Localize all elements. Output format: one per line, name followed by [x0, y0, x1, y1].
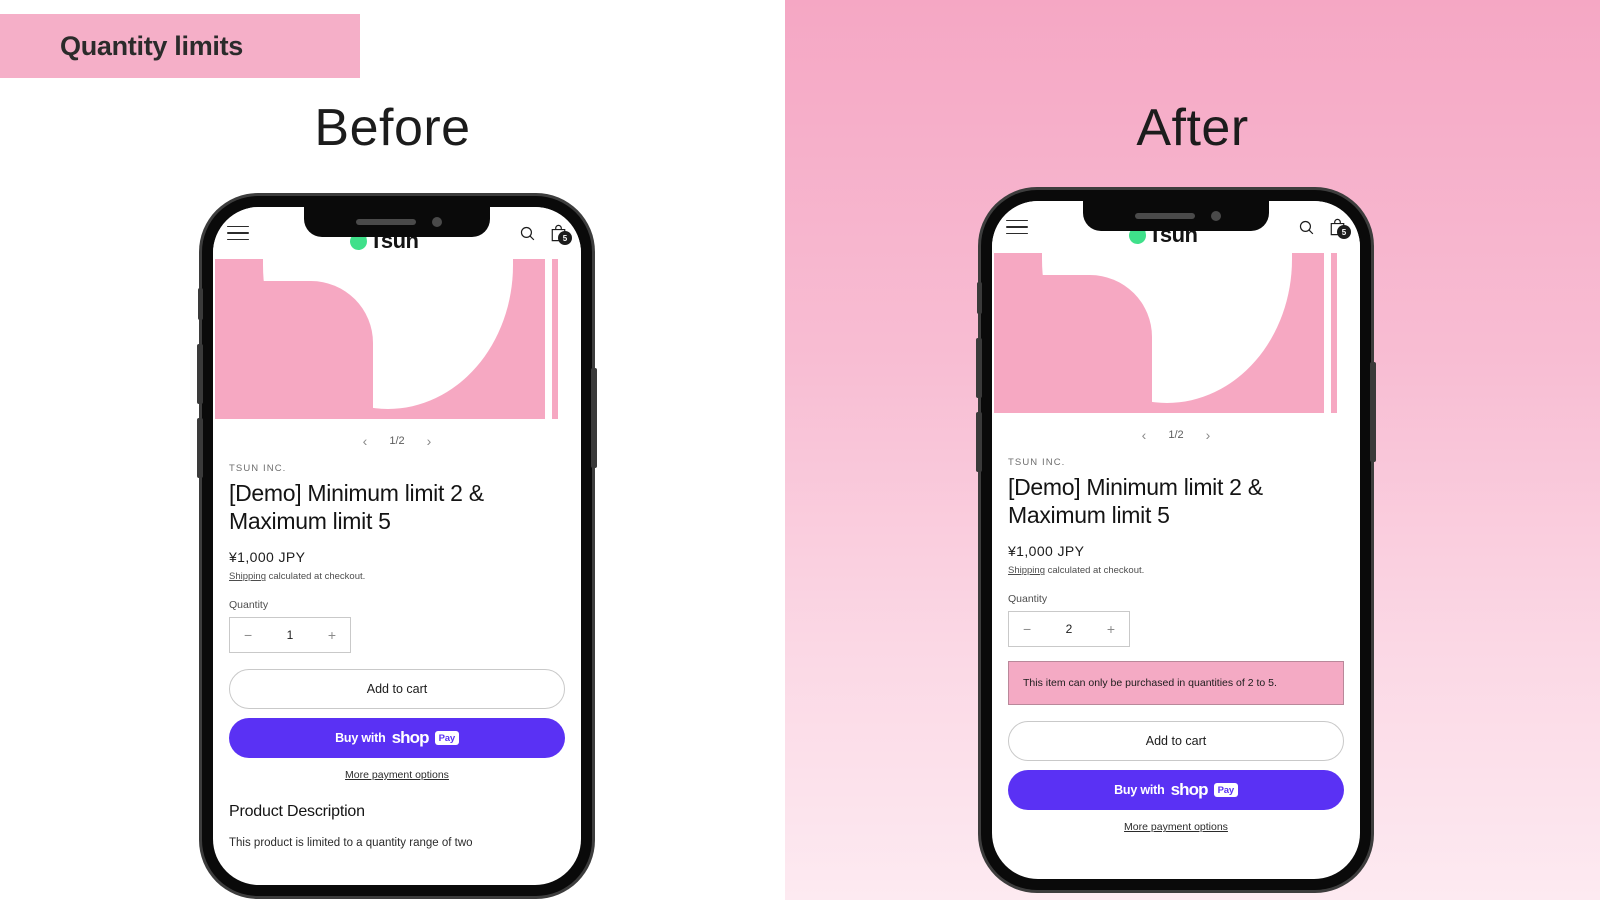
buy-prefix-label: Buy with [1114, 783, 1165, 798]
buy-prefix-label: Buy with [335, 731, 386, 746]
product-media-carousel[interactable] [992, 253, 1360, 413]
hamburger-icon[interactable] [227, 225, 249, 241]
volume-up-button [976, 338, 982, 398]
shipping-link[interactable]: Shipping [229, 571, 266, 582]
phone-screen-after: Tsun 5 ‹ 1/2 › TSUN INC. [Demo] Minimum … [992, 201, 1360, 879]
shipping-link[interactable]: Shipping [1008, 565, 1045, 576]
front-camera [432, 217, 442, 227]
quantity-increase-button[interactable]: + [328, 627, 336, 643]
phone-notch [1083, 201, 1269, 231]
volume-up-button [197, 344, 203, 404]
shipping-note: Shipping calculated at checkout. [229, 571, 565, 582]
product-title: [Demo] Minimum limit 2 & Maximum limit 5 [1008, 474, 1263, 529]
shop-brand-label: shop [1170, 780, 1209, 800]
product-title: [Demo] Minimum limit 2 & Maximum limit 5 [229, 480, 484, 535]
add-to-cart-button[interactable]: Add to cart [229, 669, 565, 710]
earpiece-speaker [1135, 213, 1195, 219]
product-price: ¥1,000 JPY [229, 549, 306, 566]
power-button [1370, 362, 1376, 462]
quantity-value[interactable]: 2 [1066, 622, 1073, 636]
product-image-slide-1[interactable] [215, 259, 545, 419]
search-icon[interactable] [1298, 219, 1315, 236]
shop-brand-label: shop [391, 728, 430, 748]
header-icons: 5 [519, 224, 572, 245]
shipping-note-rest: calculated at checkout. [1044, 565, 1145, 577]
image-shape-pink [1042, 275, 1152, 413]
product-price: ¥1,000 JPY [1008, 543, 1085, 560]
quantity-increase-button[interactable]: + [1107, 621, 1115, 637]
product-media-carousel[interactable] [213, 259, 581, 419]
buy-with-shop-pay-button[interactable]: Buy with shop Pay [1008, 770, 1344, 811]
quantity-stepper[interactable]: − 1 + [229, 617, 351, 654]
more-payment-options-link[interactable]: More payment options [1008, 821, 1344, 833]
silence-switch [977, 282, 982, 314]
carousel-counter: 1/2 [1168, 429, 1184, 441]
carousel-controls: ‹ 1/2 › [213, 419, 581, 463]
quantity-decrease-button[interactable]: − [244, 627, 252, 643]
product-vendor: TSUN INC. [229, 463, 287, 474]
cart-count-badge: 5 [558, 231, 572, 245]
header-icons: 5 [1298, 218, 1351, 239]
shop-pay-badge: Pay [434, 731, 459, 746]
image-shape-pink [263, 281, 373, 419]
product-description-heading: Product Description [229, 803, 365, 821]
add-to-cart-button[interactable]: Add to cart [1008, 721, 1344, 762]
panel-after: After Tsun 5 ‹ 1/2 › TSUN INC. [Demo] Mi… [785, 0, 1600, 900]
quantity-limit-warning: This item can only be purchased in quant… [1008, 661, 1344, 706]
carousel-counter: 1/2 [389, 435, 405, 447]
earpiece-speaker [356, 219, 416, 225]
quantity-value[interactable]: 1 [287, 628, 294, 642]
carousel-prev-icon[interactable]: ‹ [1142, 427, 1147, 443]
quantity-decrease-button[interactable]: − [1023, 621, 1031, 637]
product-info: TSUN INC. [Demo] Minimum limit 2 & Maxim… [992, 457, 1360, 833]
volume-down-button [197, 418, 203, 478]
phone-notch [304, 207, 490, 237]
cart-count-badge: 5 [1337, 225, 1351, 239]
product-image-slide-1[interactable] [994, 253, 1324, 413]
phone-screen-before: Tsun 5 ‹ 1/2 › TSUN INC. [Demo] Minimum … [213, 207, 581, 885]
shopping-bag-icon[interactable]: 5 [1329, 218, 1351, 239]
panel-before: Quantity limits Before Tsun 5 ‹ 1/2 › TS… [0, 0, 785, 900]
shopping-bag-icon[interactable]: 5 [550, 224, 572, 245]
carousel-next-icon[interactable]: › [427, 433, 432, 449]
product-description-body: This product is limited to a quantity ra… [229, 837, 473, 850]
front-camera [1211, 211, 1221, 221]
quantity-label: Quantity [229, 599, 269, 612]
search-icon[interactable] [519, 225, 536, 242]
carousel-next-icon[interactable]: › [1206, 427, 1211, 443]
buy-with-shop-pay-button[interactable]: Buy with shop Pay [229, 718, 565, 759]
more-payment-options-link[interactable]: More payment options [229, 769, 565, 781]
shipping-note: Shipping calculated at checkout. [1008, 565, 1344, 576]
hamburger-icon[interactable] [1006, 219, 1028, 235]
after-label: After [1136, 99, 1249, 157]
quantity-label: Quantity [1008, 593, 1048, 606]
product-vendor: TSUN INC. [1008, 457, 1066, 468]
quantity-stepper[interactable]: − 2 + [1008, 611, 1130, 648]
phone-mockup-after: Tsun 5 ‹ 1/2 › TSUN INC. [Demo] Minimum … [976, 190, 1376, 890]
silence-switch [198, 288, 203, 320]
carousel-controls: ‹ 1/2 › [992, 413, 1360, 457]
volume-down-button [976, 412, 982, 472]
carousel-prev-icon[interactable]: ‹ [363, 433, 368, 449]
phone-mockup-before: Tsun 5 ‹ 1/2 › TSUN INC. [Demo] Minimum … [197, 196, 597, 896]
product-info: TSUN INC. [Demo] Minimum limit 2 & Maxim… [213, 463, 581, 852]
banner-title: Quantity limits [60, 30, 244, 61]
before-label: Before [314, 99, 471, 157]
product-image-slide-2-peek[interactable] [550, 259, 558, 419]
title-banner: Quantity limits [0, 14, 360, 78]
shop-pay-badge: Pay [1213, 783, 1238, 798]
product-image-slide-2-peek[interactable] [1329, 253, 1337, 413]
shipping-note-rest: calculated at checkout. [265, 571, 366, 583]
power-button [591, 368, 597, 468]
